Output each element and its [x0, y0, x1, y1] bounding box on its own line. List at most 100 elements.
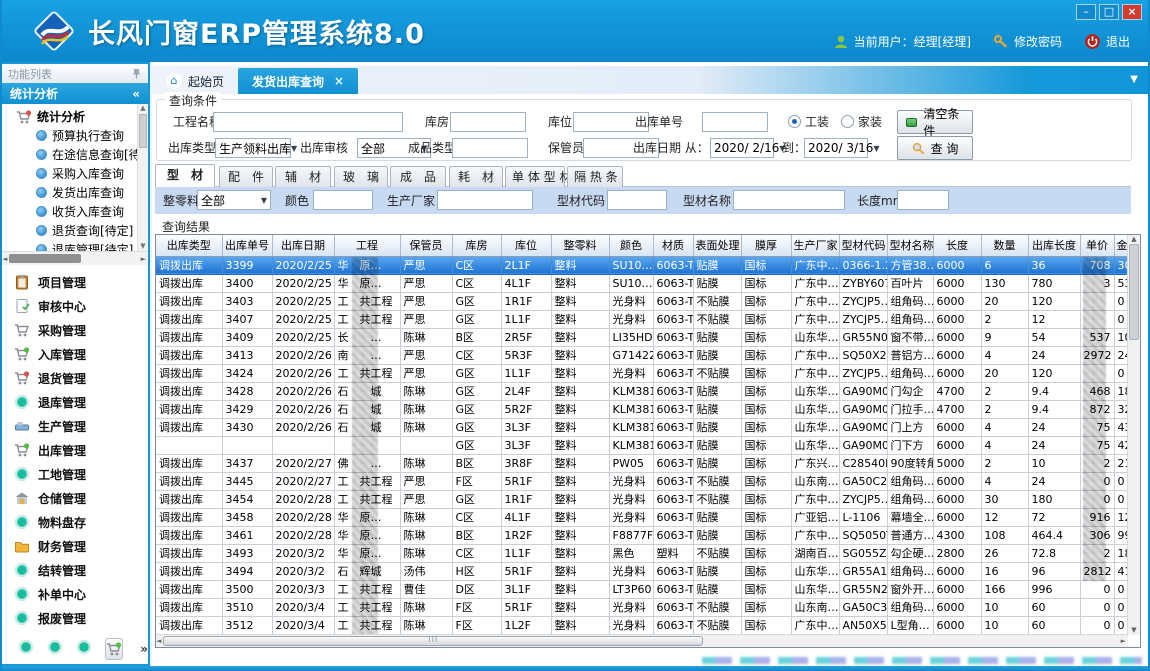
- cell[interactable]: 0: [1114, 616, 1128, 634]
- table-row[interactable]: 调拨出库34092020/2/25长 …陈琳B区2R5F整料LI35HD6063…: [156, 328, 1128, 346]
- cell[interactable]: 1L1F: [501, 310, 551, 328]
- cell[interactable]: 24: [1028, 418, 1080, 436]
- cell[interactable]: [222, 436, 272, 454]
- cell[interactable]: 182: [1114, 544, 1128, 562]
- cell[interactable]: 组角码…: [887, 490, 933, 508]
- whole-part-select[interactable]: 全部▼: [197, 190, 271, 210]
- cell[interactable]: 6000: [933, 418, 981, 436]
- cell[interactable]: 2020/2/26: [272, 382, 334, 400]
- cell[interactable]: 130: [981, 274, 1028, 292]
- cell[interactable]: 国标: [741, 454, 791, 472]
- cell[interactable]: GR55N02: [839, 328, 887, 346]
- cell[interactable]: 3424: [222, 364, 272, 382]
- collapsed-module-dot-icon[interactable]: [47, 639, 63, 659]
- cell[interactable]: 2020/2/26: [272, 400, 334, 418]
- cell[interactable]: 3494: [222, 562, 272, 580]
- manufacturer-input[interactable]: [437, 190, 533, 210]
- order-no-input[interactable]: [702, 112, 768, 132]
- cell[interactable]: 严思: [400, 274, 452, 292]
- cell[interactable]: 窗外开…: [887, 580, 933, 598]
- cell[interactable]: 勾企硬…: [887, 544, 933, 562]
- cell[interactable]: 国标: [741, 346, 791, 364]
- cell[interactable]: 2020/2/25: [272, 292, 334, 310]
- cell[interactable]: 整料: [551, 454, 609, 472]
- cell[interactable]: 6063-T5: [653, 508, 693, 526]
- column-header-出库长度[interactable]: 出库长度: [1028, 235, 1080, 256]
- cell[interactable]: 2020/2/26: [272, 364, 334, 382]
- cell[interactable]: 调拨出库: [156, 580, 222, 598]
- cell[interactable]: C区: [452, 274, 501, 292]
- cell[interactable]: 组角码…: [887, 364, 933, 382]
- cell[interactable]: 调拨出库: [156, 382, 222, 400]
- cell[interactable]: 贴膜: [693, 436, 741, 454]
- cell[interactable]: 1R1F: [501, 292, 551, 310]
- cell[interactable]: 国标: [741, 616, 791, 634]
- cell[interactable]: 464.4: [1028, 526, 1080, 544]
- cell[interactable]: 4L1F: [501, 274, 551, 292]
- cell[interactable]: 整料: [551, 418, 609, 436]
- cell[interactable]: 24: [1028, 436, 1080, 454]
- cell[interactable]: 国标: [741, 544, 791, 562]
- cell[interactable]: 1L1F: [501, 544, 551, 562]
- cell[interactable]: 20: [981, 364, 1028, 382]
- cell[interactable]: 6063-T5: [653, 454, 693, 472]
- column-header-出库类型[interactable]: 出库类型: [156, 235, 222, 256]
- table-row[interactable]: 调拨出库34372020/2/27佛 …陈琳B区3R8F整料PW056063-T…: [156, 454, 1128, 472]
- cell[interactable]: 调拨出库: [156, 292, 222, 310]
- cell[interactable]: 2: [981, 310, 1028, 328]
- cell[interactable]: 1L1F: [501, 364, 551, 382]
- cell[interactable]: GR55A11: [839, 562, 887, 580]
- cell[interactable]: 5R1F: [501, 598, 551, 616]
- cell[interactable]: G区: [452, 436, 501, 454]
- cell[interactable]: C区: [452, 256, 501, 274]
- cell[interactable]: 门下方: [887, 436, 933, 454]
- cell[interactable]: 国标: [741, 508, 791, 526]
- cell[interactable]: 9.4: [1028, 382, 1080, 400]
- cell[interactable]: 3L3F: [501, 418, 551, 436]
- cell[interactable]: LI35HD: [609, 328, 653, 346]
- cell[interactable]: GA90M08.: [839, 418, 887, 436]
- cell[interactable]: 调拨出库: [156, 526, 222, 544]
- cell[interactable]: 国标: [741, 598, 791, 616]
- cell[interactable]: 调拨出库: [156, 346, 222, 364]
- cell[interactable]: 96: [1028, 562, 1080, 580]
- cell[interactable]: 国标: [741, 274, 791, 292]
- home-radio[interactable]: [841, 115, 854, 128]
- cell[interactable]: 3399: [222, 256, 272, 274]
- cell[interactable]: 4: [981, 436, 1028, 454]
- cell[interactable]: 调拨出库: [156, 454, 222, 472]
- cell[interactable]: G区: [452, 400, 501, 418]
- cell[interactable]: 6063-T5: [653, 364, 693, 382]
- column-header-出库单号[interactable]: 出库单号: [222, 235, 272, 256]
- cell[interactable]: 湖南百…: [791, 544, 839, 562]
- cell[interactable]: 3407: [222, 310, 272, 328]
- tree-item[interactable]: 采购入库查询: [2, 164, 148, 183]
- cell[interactable]: KLM3817: [609, 382, 653, 400]
- cell[interactable]: 3R8F: [501, 454, 551, 472]
- cell[interactable]: 6063-T5: [653, 418, 693, 436]
- cell[interactable]: 光身料: [609, 508, 653, 526]
- cell[interactable]: 72: [1028, 508, 1080, 526]
- cell[interactable]: 6063-T5: [653, 382, 693, 400]
- cell[interactable]: 4300: [933, 526, 981, 544]
- cell[interactable]: 6063-T5: [653, 292, 693, 310]
- cell[interactable]: 广亚铝…: [791, 508, 839, 526]
- cell[interactable]: 6063-T5: [653, 436, 693, 454]
- cell[interactable]: 调拨出库: [156, 562, 222, 580]
- cell[interactable]: 2020/2/27: [272, 454, 334, 472]
- cell[interactable]: 贴膜: [693, 454, 741, 472]
- change-password-button[interactable]: 修改密码: [993, 33, 1062, 50]
- column-header-工程[interactable]: 工程: [334, 235, 400, 256]
- cell[interactable]: C区: [452, 508, 501, 526]
- cell[interactable]: C区: [452, 544, 501, 562]
- warehouse-input[interactable]: [450, 112, 526, 132]
- cell[interactable]: C28540B: [839, 454, 887, 472]
- cell[interactable]: 2020/3/3: [272, 580, 334, 598]
- cell[interactable]: 国标: [741, 364, 791, 382]
- cell[interactable]: 陈琳: [400, 454, 452, 472]
- out-type-select[interactable]: 生产领料出库▼: [215, 138, 291, 158]
- cell[interactable]: 5R1F: [501, 562, 551, 580]
- cell[interactable]: 组角码…: [887, 472, 933, 490]
- sidebar-item-采购管理[interactable]: 采购管理: [2, 318, 148, 342]
- cell[interactable]: 6063-T5: [653, 346, 693, 364]
